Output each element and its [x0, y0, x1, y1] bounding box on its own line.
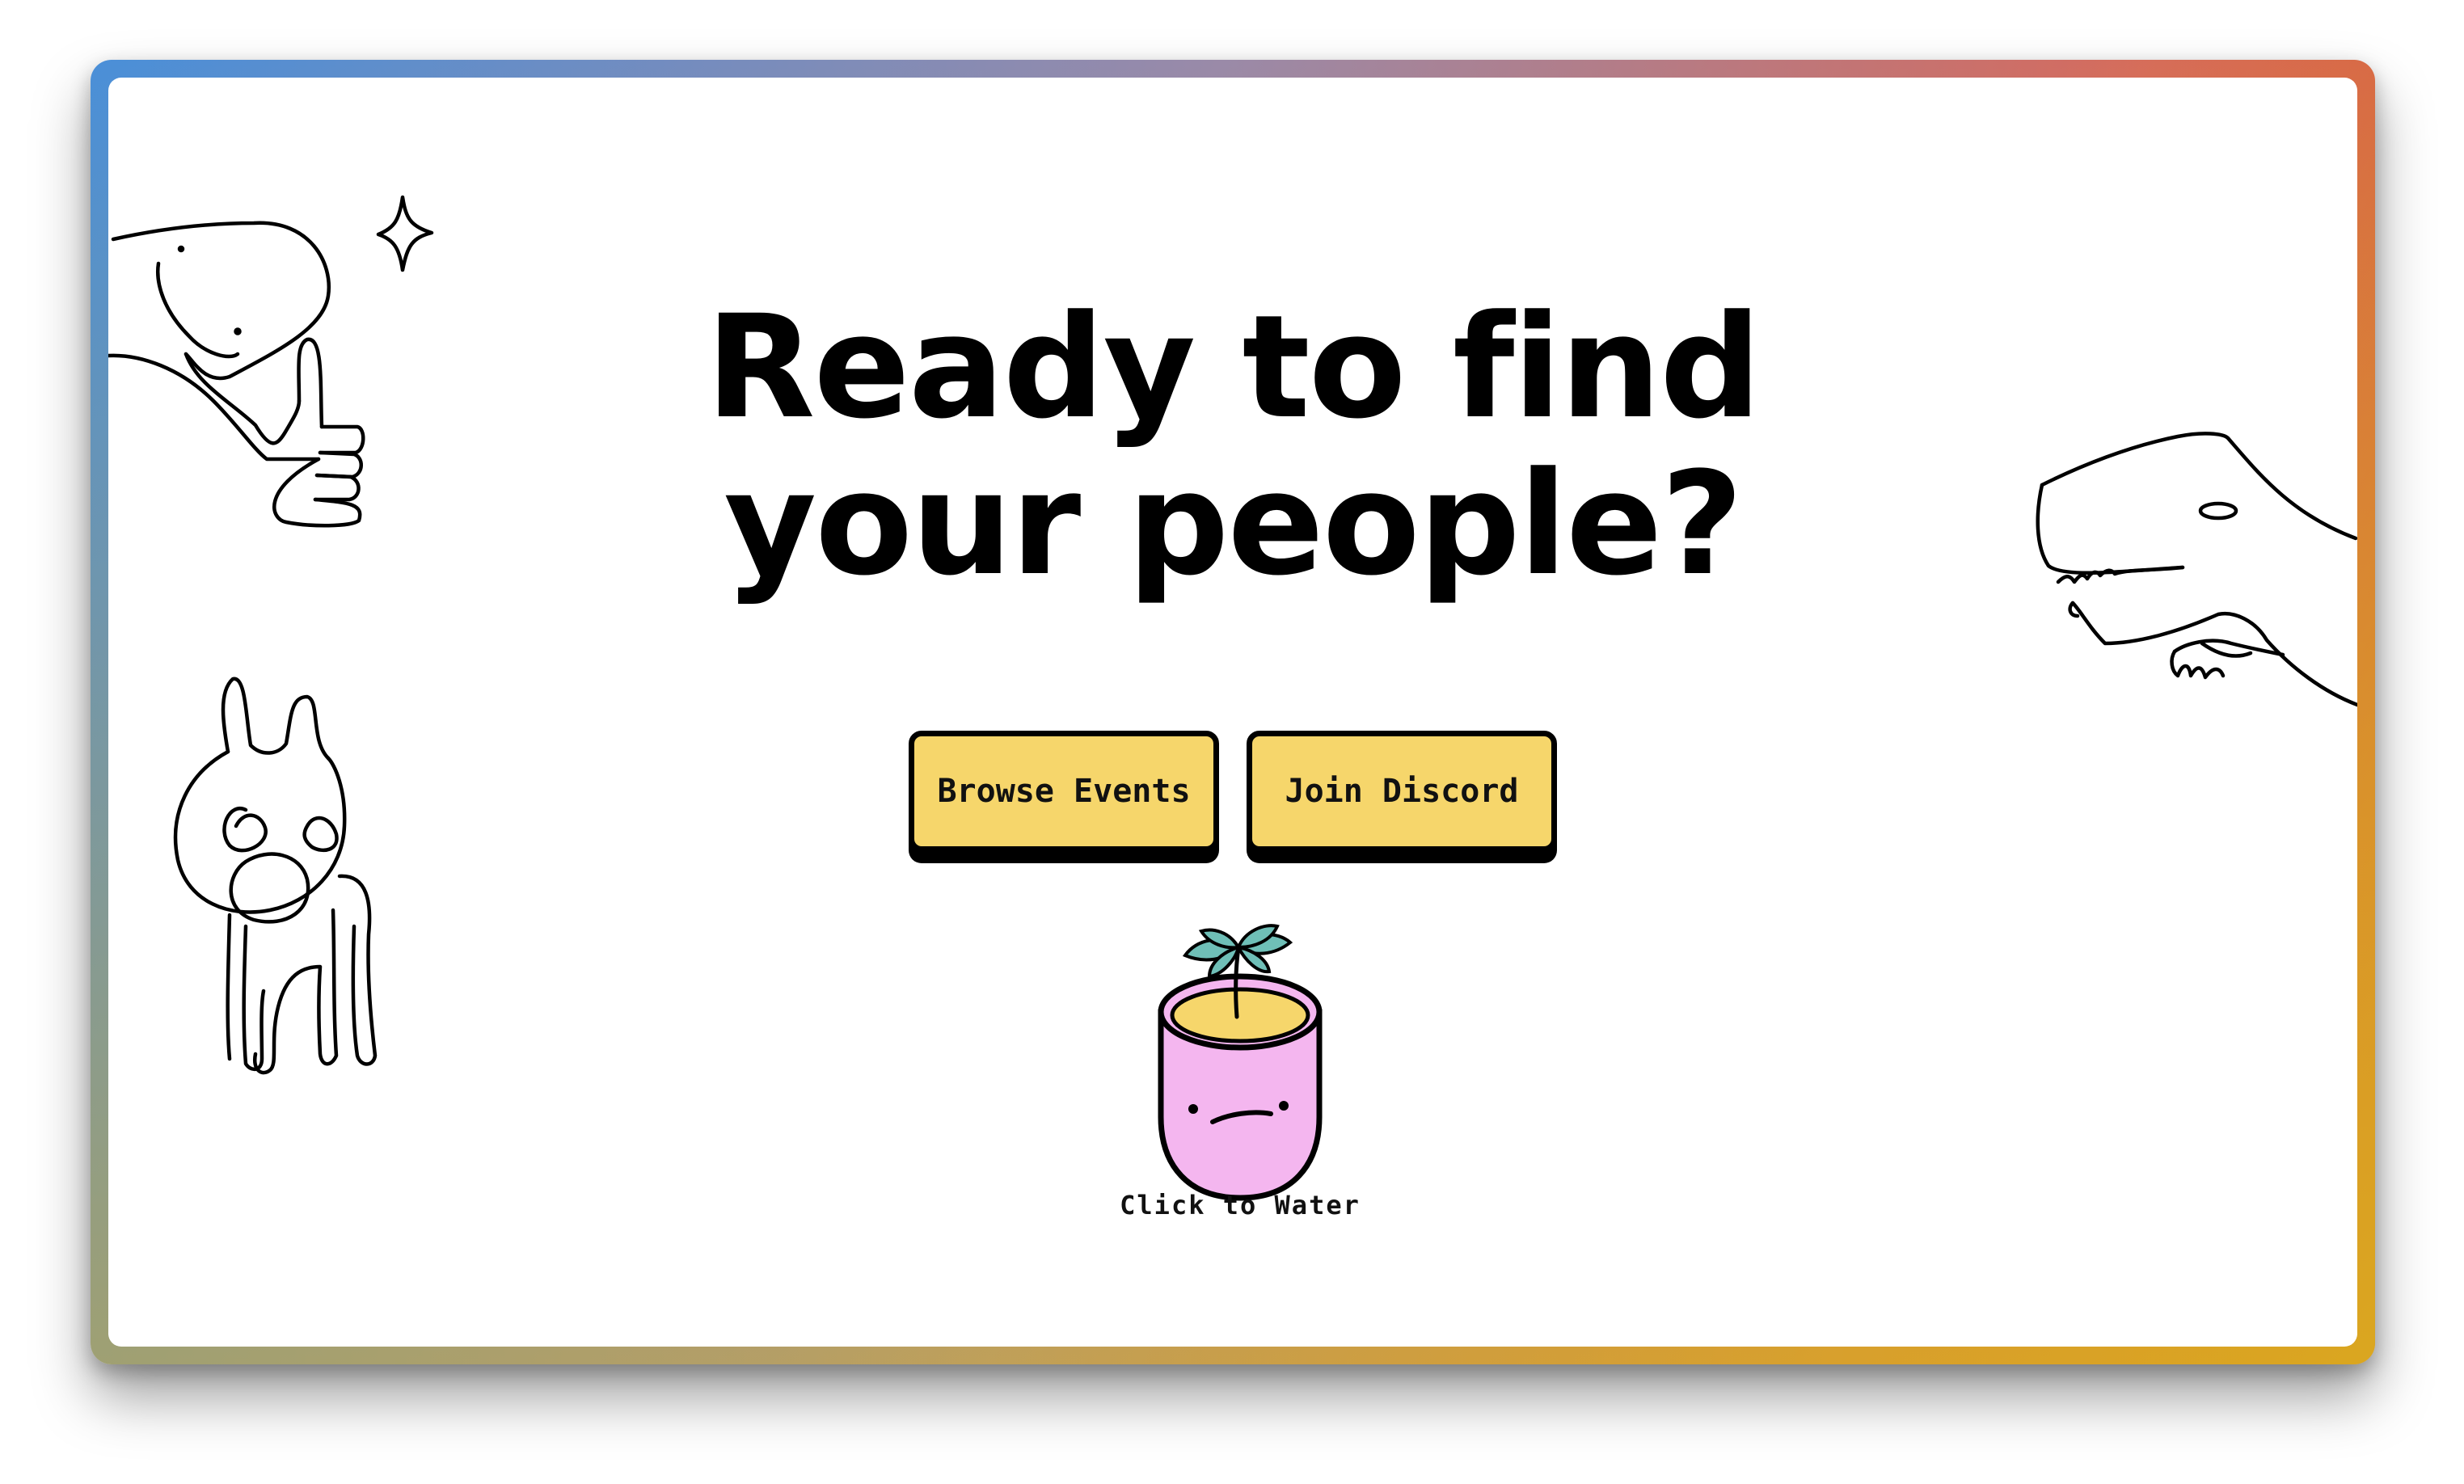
creature-icon	[173, 677, 378, 1075]
page-title: Ready to find your people?	[108, 289, 2357, 603]
water-plant-label[interactable]: Click to Water	[1046, 1190, 1434, 1221]
page-canvas: Ready to find your people? Browse Events…	[108, 78, 2357, 1347]
sparkle-icon	[376, 195, 434, 272]
join-discord-button[interactable]: Join Discord	[1247, 731, 1557, 852]
join-discord-label: Join Discord	[1285, 773, 1519, 810]
title-line-1: Ready to find	[705, 285, 1762, 450]
browse-events-button[interactable]: Browse Events	[909, 731, 1219, 852]
browse-events-label: Browse Events	[937, 773, 1191, 810]
title-line-2: your people?	[724, 441, 1743, 607]
